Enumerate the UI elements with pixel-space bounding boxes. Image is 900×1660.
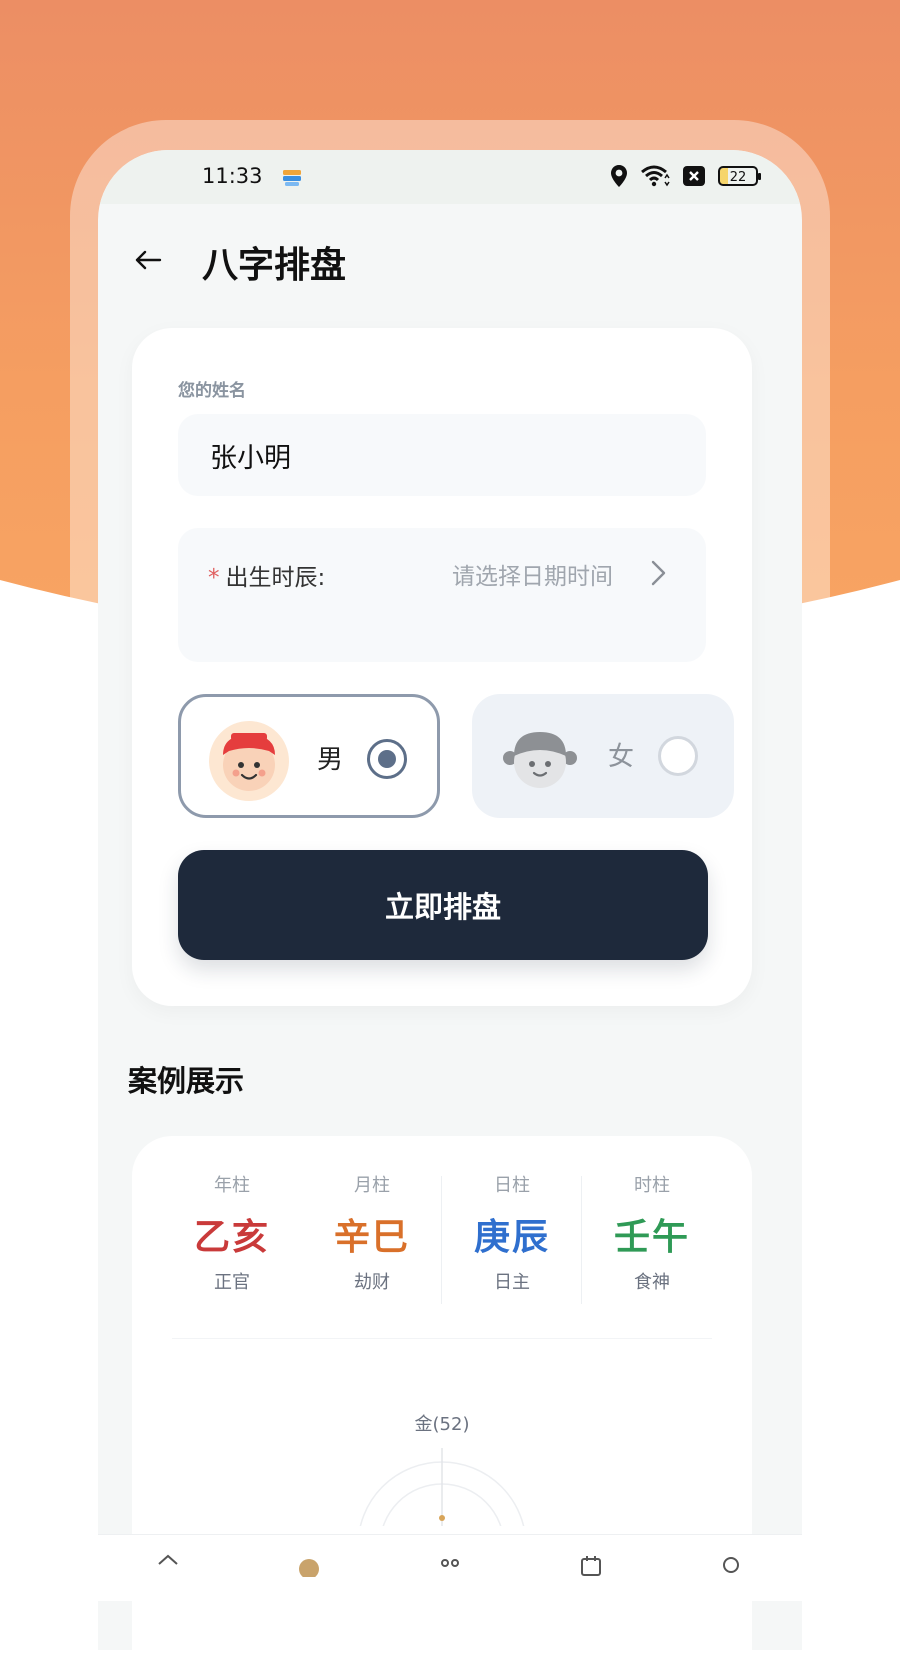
- pillar-shishen: 日主: [494, 1272, 530, 1293]
- boy-avatar-icon: [209, 721, 289, 801]
- tab-bazi[interactable]: [279, 1535, 339, 1601]
- birth-time-placeholder: 请选择日期时间: [452, 564, 613, 590]
- pillar-shishen: 食神: [634, 1272, 670, 1293]
- status-time: 11:33: [202, 164, 263, 188]
- sim-icon: [683, 166, 705, 186]
- name-input[interactable]: [178, 414, 706, 496]
- bottom-tab-bar: [98, 1534, 802, 1601]
- case-section-title: 案例展示: [128, 1064, 245, 1098]
- gender-option-male[interactable]: 男: [178, 694, 440, 818]
- case-divider: [172, 1338, 712, 1339]
- gender-option-female[interactable]: 女: [472, 694, 734, 818]
- gender-label-female: 女: [608, 742, 635, 772]
- tab-search[interactable]: [702, 1535, 762, 1601]
- name-label: 您的姓名: [178, 381, 246, 401]
- status-icons: 22: [610, 164, 761, 188]
- gender-label-male: 男: [317, 745, 344, 775]
- pillar-ganzhi: 辛巳: [333, 1216, 410, 1258]
- search-icon: [722, 1557, 739, 1573]
- pillar-shishen: 劫财: [354, 1272, 390, 1293]
- back-button[interactable]: [128, 240, 168, 280]
- five-elements-radar: [359, 1448, 525, 1526]
- gender-radio-male[interactable]: [367, 739, 407, 779]
- phone-screen: 11:33 22 八字排盘 您的姓名 张小明 * 出生时辰: 请选择日期时间 男…: [98, 150, 802, 1650]
- bazi-icon: [299, 1559, 320, 1577]
- gender-radio-female[interactable]: [658, 736, 698, 776]
- pillar-year: 年柱 乙亥 正官: [162, 1172, 302, 1312]
- chevron-right-icon: [651, 560, 666, 586]
- wifi-icon: [641, 165, 670, 187]
- tab-people[interactable]: [420, 1535, 480, 1601]
- pillar-ganzhi: 庚辰: [473, 1216, 550, 1258]
- pillar-shishen: 正官: [214, 1272, 250, 1293]
- tab-calendar[interactable]: [561, 1535, 621, 1601]
- pillar-day: 日柱 庚辰 日主: [442, 1172, 582, 1312]
- arrow-left-icon: [135, 250, 162, 270]
- pillar-hour: 时柱 壬午 食神: [582, 1172, 722, 1312]
- calendar-icon: [580, 1556, 601, 1576]
- pillar-ganzhi: 乙亥: [193, 1216, 270, 1258]
- required-mark: *: [208, 565, 220, 591]
- people-icon: [440, 1559, 459, 1567]
- pillar-month: 月柱 辛巳 劫财: [302, 1172, 442, 1312]
- pillar-label: 日柱: [494, 1175, 530, 1196]
- birth-time-picker[interactable]: * 出生时辰: 请选择日期时间: [178, 528, 706, 662]
- element-label-metal: 金(52): [414, 1414, 470, 1435]
- pillar-label: 年柱: [214, 1175, 250, 1196]
- battery-icon: 22: [718, 166, 761, 186]
- home-icon: [158, 1554, 179, 1565]
- status-bar: 11:33 22: [98, 150, 802, 204]
- start-chart-button[interactable]: 立即排盘: [178, 850, 708, 960]
- app-notification-icon: [283, 170, 301, 186]
- pillar-label: 时柱: [634, 1175, 670, 1196]
- tab-home[interactable]: [138, 1535, 198, 1601]
- pillar-label: 月柱: [354, 1175, 390, 1196]
- page-title: 八字排盘: [202, 245, 347, 286]
- pillars-row: 年柱 乙亥 正官 月柱 辛巳 劫财 日柱 庚辰 日主 时柱 壬午 食神: [162, 1172, 722, 1312]
- birth-time-label: * 出生时辰:: [208, 558, 325, 592]
- nav-bar: 八字排盘: [98, 220, 802, 310]
- birth-time-label-text: 出生时辰:: [225, 565, 326, 591]
- location-icon: [611, 165, 627, 187]
- pillar-ganzhi: 壬午: [613, 1216, 690, 1258]
- girl-avatar-icon: [503, 732, 577, 788]
- birth-info-form: 您的姓名 *出生时辰: 请选择日期时间 男: [132, 328, 752, 1006]
